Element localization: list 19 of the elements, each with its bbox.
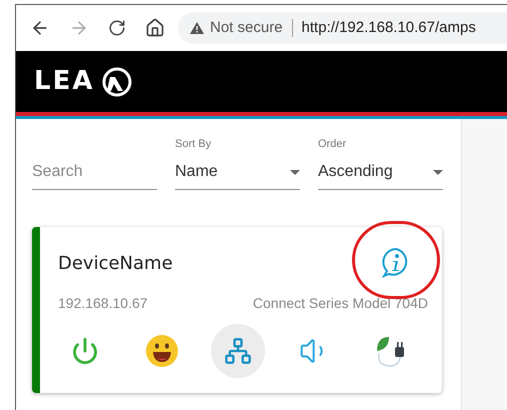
- logo-text: LEA: [34, 65, 94, 98]
- warning-icon: [190, 22, 204, 34]
- network-icon: [224, 337, 252, 365]
- smiley-icon: [144, 334, 178, 368]
- device-name: DeviceName: [58, 252, 173, 276]
- device-model: Connect Series Model 704D: [252, 294, 428, 313]
- device-ip: 192.168.10.67: [58, 294, 148, 313]
- order-dropdown[interactable]: Order Ascending: [318, 139, 443, 190]
- dropdown-caret-icon: [290, 170, 300, 174]
- url-text: http://192.168.10.67/amps: [302, 18, 476, 38]
- power-icon: [71, 337, 99, 365]
- dropdown-caret-icon: [433, 170, 443, 174]
- logo-icon: [102, 66, 132, 96]
- sort-dropdown[interactable]: Sort By Name: [175, 139, 300, 190]
- reload-icon[interactable]: [108, 19, 126, 37]
- search-field[interactable]: Search: [32, 160, 157, 190]
- address-bar[interactable]: Not secure http://192.168.10.67/amps: [178, 12, 507, 44]
- home-icon[interactable]: [145, 18, 165, 38]
- security-label: Not secure: [210, 18, 283, 38]
